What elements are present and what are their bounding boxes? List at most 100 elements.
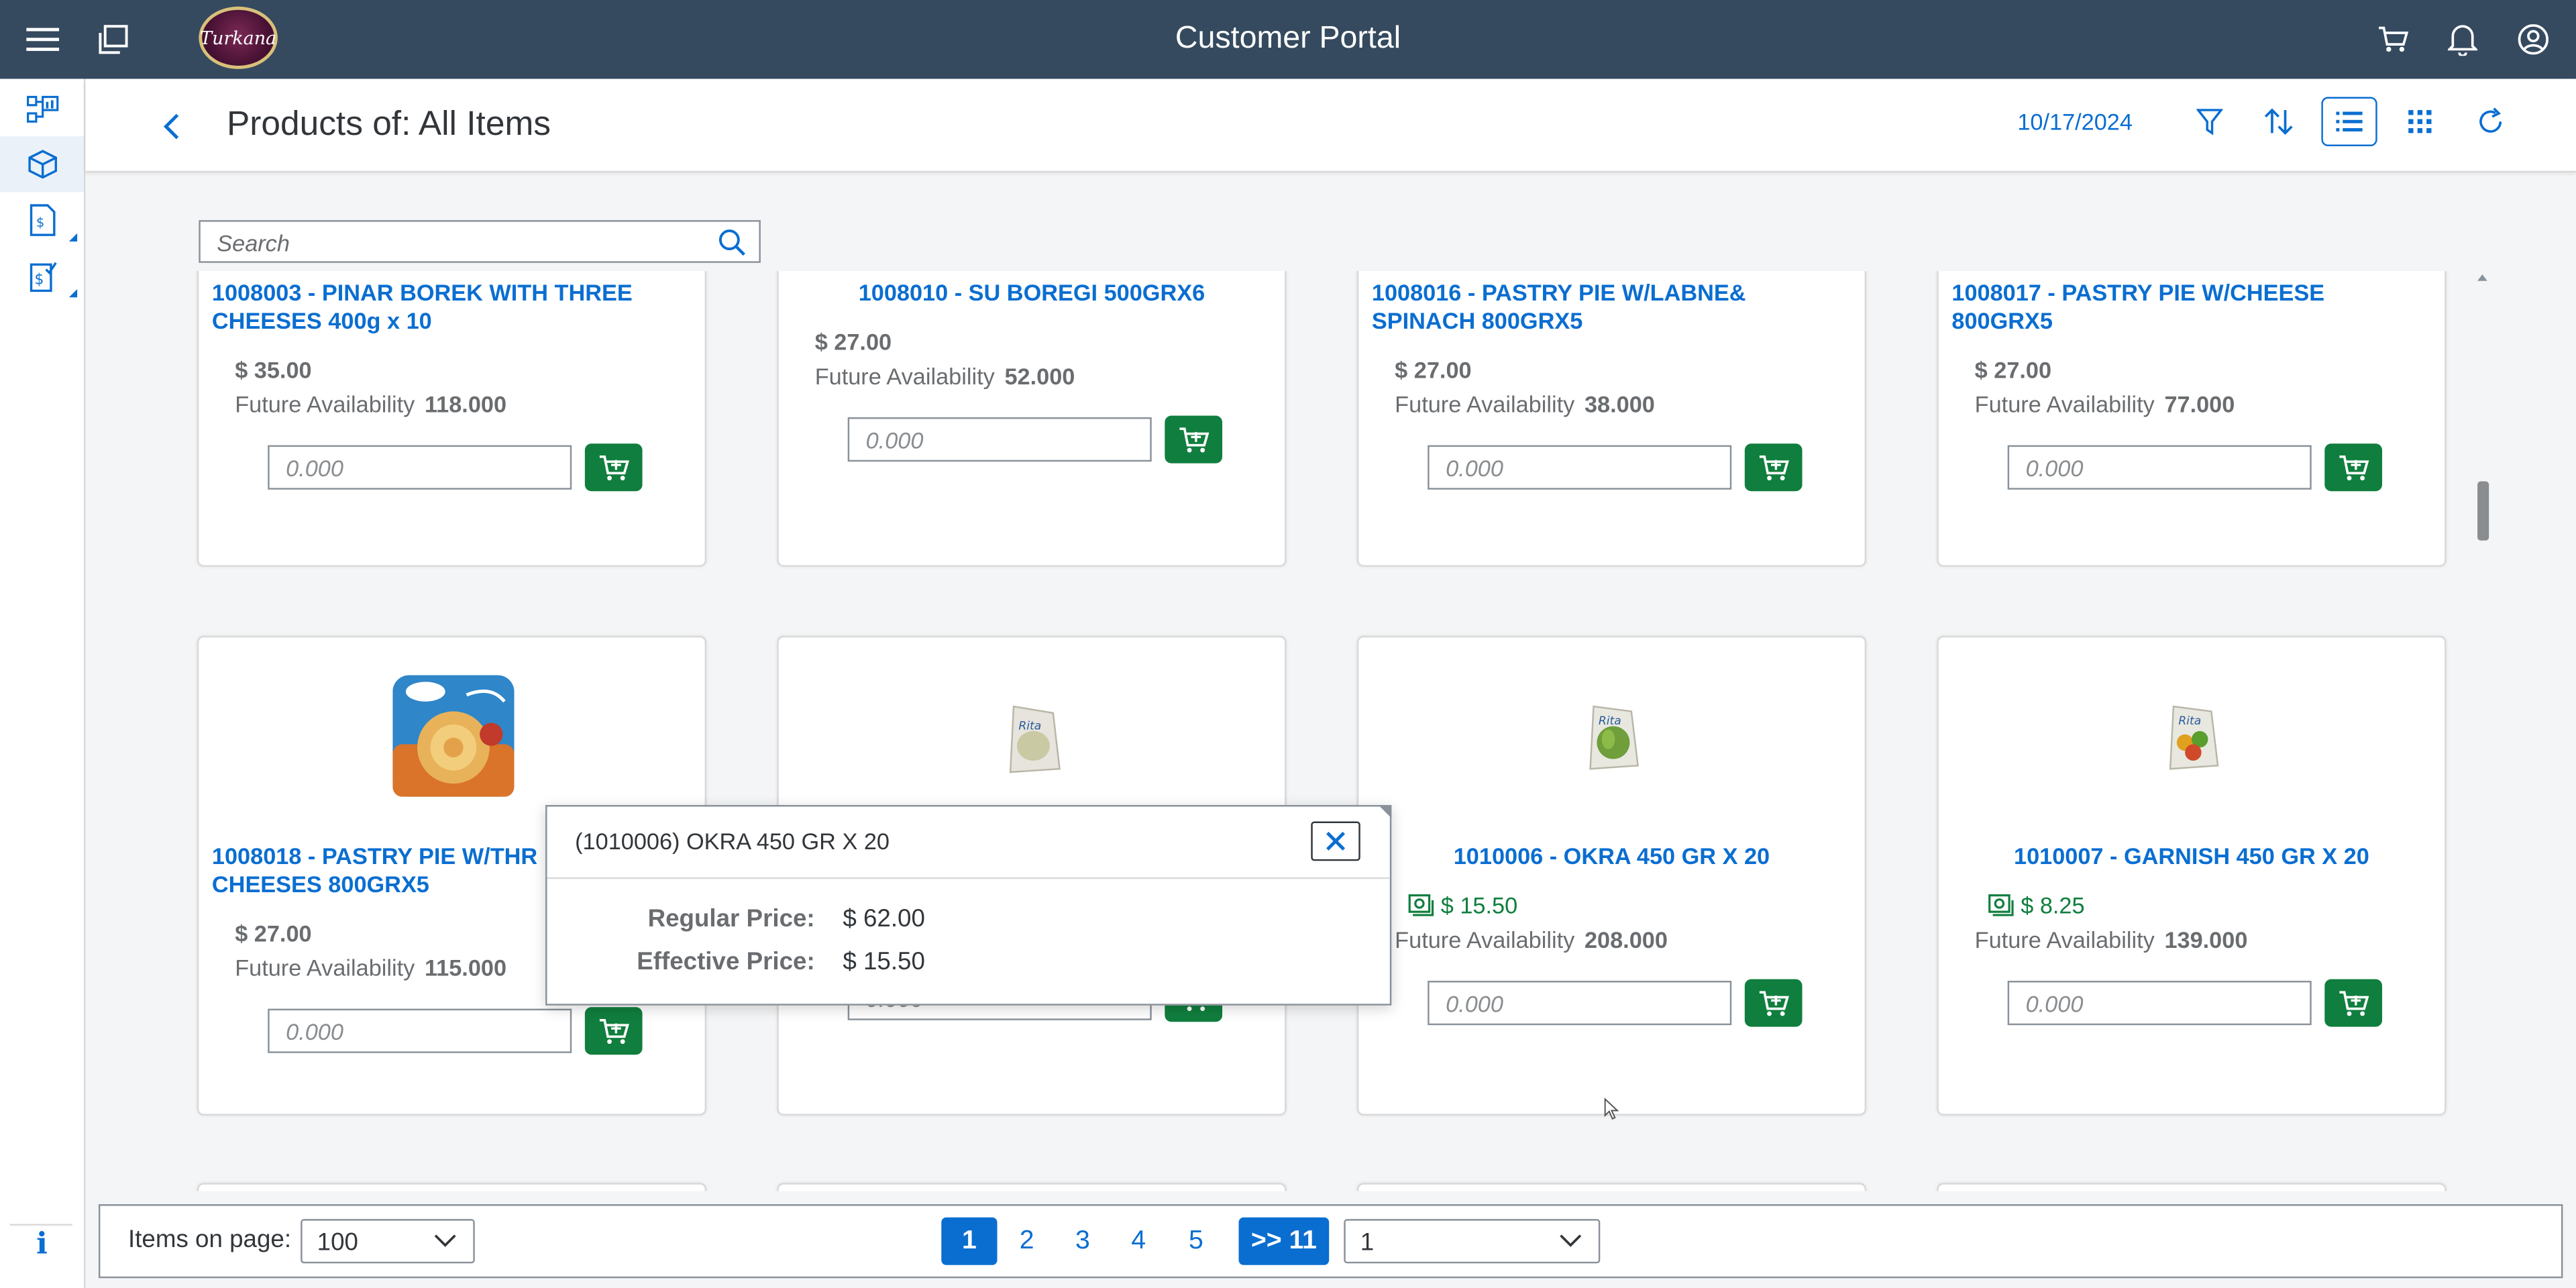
search-icon[interactable] [718, 228, 746, 264]
page-5-button[interactable]: 5 [1178, 1218, 1214, 1265]
bell-icon[interactable] [2443, 19, 2483, 59]
add-to-cart-button[interactable] [1165, 415, 1223, 464]
grid-view-button[interactable] [2392, 97, 2448, 146]
add-to-cart-button[interactable] [2324, 443, 2383, 492]
add-to-cart-icon [598, 1018, 629, 1043]
add-to-cart-button[interactable] [2324, 979, 2383, 1027]
svg-text:$: $ [34, 272, 43, 288]
quantity-input[interactable] [268, 445, 572, 490]
promotion-icon [1988, 894, 2014, 916]
pagination-bar: Items on page: 100 1 2 3 4 5 >> 11 1 [98, 1204, 2563, 1279]
add-to-cart-icon [1758, 990, 1788, 1016]
page-header: Products of: All Items 10/17/2024 [85, 78, 2576, 173]
sort-button[interactable] [2251, 97, 2306, 146]
product-title-link[interactable]: 1010007 - GARNISH 450 GR X 20 [1939, 843, 2445, 871]
nav-item-products[interactable] [0, 136, 84, 193]
product-price: $ 27.00 [1395, 356, 1472, 383]
product-image[interactable] [392, 675, 515, 805]
product-image[interactable]: Rita [1582, 703, 1644, 780]
product-title-link[interactable]: 1010006 - OKRA 450 GR X 20 [1358, 843, 1864, 871]
product-card: Rita 1010006 - OKRA 450 GR X 20 $ 15.50 … [1356, 635, 1867, 1116]
quantity-input[interactable] [847, 417, 1152, 462]
product-price: $ 35.00 [235, 356, 312, 383]
date-selector[interactable]: 10/17/2024 [2017, 109, 2133, 135]
future-availability: Future Availability 52.000 [814, 363, 1075, 390]
product-image[interactable]: Rita [2162, 703, 2224, 780]
product-price: $ 27.00 [1974, 356, 2052, 383]
page-select[interactable]: 1 [1344, 1219, 1601, 1264]
future-availability: Future Availability 38.000 [1395, 390, 1655, 418]
quantity-input[interactable] [2007, 445, 2312, 490]
search-input[interactable] [200, 221, 713, 265]
add-to-cart-icon [1758, 454, 1788, 480]
product-price[interactable]: $ 8.25 [1988, 892, 2085, 918]
app: Turkana Customer Portal $ $ i Products o… [0, 0, 2576, 1288]
add-to-cart-icon [598, 454, 629, 480]
add-to-cart-button[interactable] [1744, 979, 1803, 1027]
product-price: $ 27.00 [814, 328, 892, 355]
svg-text:$: $ [36, 215, 44, 230]
sort-icon [2264, 108, 2293, 135]
info-icon[interactable]: i [0, 1227, 84, 1261]
list-view-button[interactable] [2321, 97, 2377, 146]
company-logo[interactable]: Turkana [199, 6, 278, 69]
add-to-cart-icon [1179, 427, 1209, 452]
add-to-cart-button[interactable] [584, 443, 643, 492]
product-title-link[interactable]: 1008017 - PASTRY PIE W/CHEESE 800GRX5 [1951, 279, 2428, 335]
future-availability: Future Availability 77.000 [1974, 390, 2235, 418]
list-view-icon [2336, 111, 2363, 131]
scroll-up-icon[interactable] [2477, 274, 2487, 281]
shell-title: Customer Portal [1175, 21, 1401, 56]
page-2-button[interactable]: 2 [1009, 1218, 1045, 1265]
product-card [1937, 1183, 2447, 1191]
future-availability: Future Availability 115.000 [235, 954, 507, 981]
page-4-button[interactable]: 4 [1120, 1218, 1157, 1265]
refresh-button[interactable] [2463, 97, 2518, 146]
close-button[interactable] [1311, 821, 1360, 861]
quantity-input[interactable] [268, 1008, 572, 1053]
refresh-icon [2479, 107, 2502, 133]
product-title-link[interactable]: 1008010 - SU BOREGI 500GRX6 [779, 279, 1285, 307]
vertical-scrollbar[interactable] [2474, 271, 2490, 1191]
regular-price-label: Regular Price: [647, 905, 815, 934]
product-card [197, 1183, 707, 1191]
back-icon[interactable] [151, 105, 191, 148]
menu-icon[interactable] [23, 19, 62, 59]
filter-button[interactable] [2182, 97, 2237, 146]
regular-price-value: $ 62.00 [843, 905, 925, 934]
last-page-button[interactable]: >> 11 [1238, 1217, 1330, 1265]
product-card [777, 1183, 1287, 1191]
product-title-link[interactable]: 1008003 - PINAR BOREK WITH THREE CHEESES… [212, 279, 688, 335]
svg-text:Rita: Rita [1599, 714, 1621, 728]
quantity-input[interactable] [2007, 981, 2312, 1026]
product-title-link[interactable]: 1008016 - PASTRY PIE W/LABNE& SPINACH 80… [1372, 279, 1848, 335]
page-1-button[interactable]: 1 [941, 1217, 998, 1265]
effective-price-value: $ 15.50 [843, 948, 925, 976]
nav-item-payments[interactable]: $ [0, 248, 84, 304]
quantity-input[interactable] [1428, 981, 1732, 1026]
page-title: Products of: All Items [226, 105, 551, 144]
add-to-cart-button[interactable] [1744, 443, 1803, 492]
cart-icon[interactable] [2374, 19, 2414, 59]
nav-divider [9, 1224, 72, 1226]
nav-item-dashboard[interactable] [0, 82, 84, 138]
product-image[interactable]: Rita [1000, 703, 1066, 784]
items-per-page-select[interactable]: 100 [301, 1219, 475, 1264]
scrollbar-thumb[interactable] [2477, 481, 2489, 541]
quantity-input[interactable] [1428, 445, 1732, 490]
future-availability: Future Availability 208.000 [1395, 926, 1668, 953]
popover-header: (1010006) OKRA 450 GR X 20 [547, 806, 1390, 879]
add-to-cart-button[interactable] [584, 1007, 643, 1055]
payment-check-icon: $ [29, 262, 56, 292]
future-availability: Future Availability 139.000 [1974, 926, 2248, 953]
effective-price-label: Effective Price: [637, 948, 815, 976]
windows-icon[interactable] [94, 19, 133, 59]
nav-item-invoices[interactable]: $ [0, 193, 84, 248]
product-card: 1008010 - SU BOREGI 500GRX6 $ 27.00 Futu… [777, 271, 1287, 567]
user-icon[interactable] [2514, 19, 2553, 59]
future-availability: Future Availability 118.000 [235, 390, 507, 418]
expand-indicator [68, 289, 78, 298]
product-price[interactable]: $ 15.50 [1408, 892, 1517, 918]
items-per-page-label: Items on page: [128, 1225, 292, 1254]
page-3-button[interactable]: 3 [1065, 1218, 1101, 1265]
